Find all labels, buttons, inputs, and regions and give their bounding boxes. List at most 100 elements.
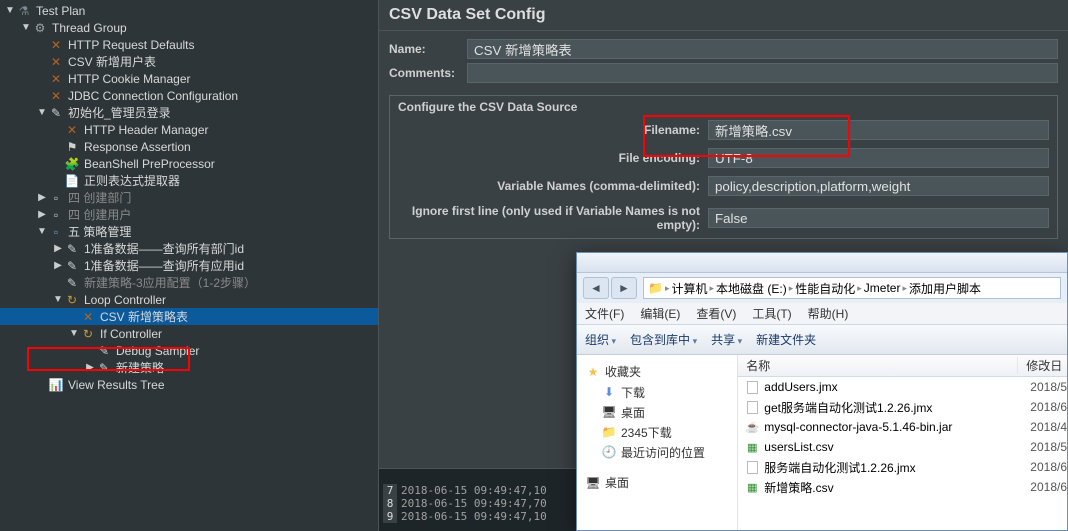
- sidebar-desktop2[interactable]: 🖥桌面: [581, 472, 733, 493]
- file-row[interactable]: addUsers.jmx2018/5: [738, 377, 1067, 397]
- toolbar-organize[interactable]: 组织: [585, 331, 616, 348]
- menu-tools[interactable]: 工具(T): [752, 305, 791, 322]
- tree-item[interactable]: ✕HTTP Cookie Manager: [0, 70, 378, 87]
- expand-icon[interactable]: ▶: [36, 209, 48, 220]
- file-icon: [744, 379, 760, 395]
- file-row[interactable]: ▦新增策略.csv2018/6: [738, 477, 1067, 497]
- collapse-icon[interactable]: ▼: [20, 22, 32, 33]
- tree-label: Debug Sampler: [116, 344, 199, 358]
- varnames-input[interactable]: [708, 176, 1049, 196]
- menu-help[interactable]: 帮助(H): [808, 305, 849, 322]
- tree-item[interactable]: ✕CSV 新增用户表: [0, 53, 378, 70]
- tree-label: 四 创建用户: [68, 206, 131, 223]
- breadcrumb[interactable]: 📁 ▸计算机 ▸本地磁盘 (E:) ▸性能自动化 ▸Jmeter ▸添加用户脚本: [643, 277, 1061, 299]
- explorer-sidebar: ★收藏夹 ⬇下载 🖥桌面 📁2345下载 🕘最近访问的位置 🖥桌面: [577, 355, 738, 530]
- tree-item[interactable]: ▶▫四 创建用户: [0, 206, 378, 223]
- file-row[interactable]: ☕mysql-connector-java-5.1.46-bin.jar2018…: [738, 417, 1067, 437]
- sidebar-recent[interactable]: 🕘最近访问的位置: [581, 442, 733, 462]
- wrench-icon: ✕: [48, 37, 64, 53]
- tree-label: 新建策略-3应用配置（1-2步骤）: [84, 274, 256, 291]
- tree-label: 新建策略: [116, 359, 164, 376]
- menu-edit[interactable]: 编辑(E): [640, 305, 680, 322]
- tree-item[interactable]: ▶✎新建策略: [0, 359, 378, 376]
- sidebar-favorites[interactable]: ★收藏夹: [581, 361, 733, 382]
- if-icon: ↻: [80, 326, 96, 342]
- tree-item[interactable]: ▼▫五 策略管理: [0, 223, 378, 240]
- tree-item-if-controller[interactable]: ▼↻ If Controller: [0, 325, 378, 342]
- collapse-icon[interactable]: ▼: [36, 107, 48, 118]
- sampler-icon: ✎: [64, 241, 80, 257]
- tree-item[interactable]: ✕ HTTP Request Defaults: [0, 36, 378, 53]
- crumb-item[interactable]: 本地磁盘 (E:): [716, 280, 787, 297]
- tree-item[interactable]: 📄正则表达式提取器: [0, 172, 378, 189]
- sampler-icon: ✎: [48, 105, 64, 121]
- comments-input[interactable]: [467, 63, 1058, 83]
- tree-label: If Controller: [100, 327, 162, 341]
- sidebar-2345[interactable]: 📁2345下载: [581, 422, 733, 442]
- crumb-item[interactable]: 性能自动化: [795, 280, 855, 297]
- explorer-menubar: 文件(F) 编辑(E) 查看(V) 工具(T) 帮助(H): [577, 303, 1067, 325]
- comments-label: Comments:: [389, 66, 467, 80]
- star-icon: ★: [585, 364, 601, 380]
- ignore-first-line-input[interactable]: [708, 208, 1049, 228]
- sampler-icon: ✎: [64, 258, 80, 274]
- collapse-icon[interactable]: ▼: [36, 226, 48, 237]
- encoding-input[interactable]: [708, 148, 1049, 168]
- tree-item-csv-config-selected[interactable]: ✕CSV 新增策略表: [0, 308, 378, 325]
- tree-item[interactable]: ✕JDBC Connection Configuration: [0, 87, 378, 104]
- expand-icon[interactable]: ▶: [52, 260, 64, 271]
- crumb-item[interactable]: Jmeter: [864, 281, 901, 295]
- desktop-icon: 🖥: [601, 404, 617, 420]
- collapse-icon[interactable]: ▼: [68, 328, 80, 339]
- crumb-item[interactable]: 添加用户脚本: [909, 280, 981, 297]
- toolbar-share[interactable]: 共享: [711, 331, 742, 348]
- filename-input[interactable]: [708, 120, 1049, 140]
- csv-icon: ▦: [744, 439, 760, 455]
- tree-item[interactable]: 🧩BeanShell PreProcessor: [0, 155, 378, 172]
- tree-item-thread-group[interactable]: ▼⚙Thread Group: [0, 19, 378, 36]
- menu-file[interactable]: 文件(F): [585, 305, 624, 322]
- tree-item[interactable]: ✎Debug Sampler: [0, 342, 378, 359]
- tree-item[interactable]: ▶✎1准备数据——查询所有应用id: [0, 257, 378, 274]
- tree-label: HTTP Header Manager: [84, 123, 209, 137]
- sidebar-desktop[interactable]: 🖥桌面: [581, 402, 733, 422]
- explorer-titlebar[interactable]: [577, 253, 1067, 273]
- forward-button[interactable]: ►: [611, 277, 637, 299]
- tree-item[interactable]: ✎新建策略-3应用配置（1-2步骤）: [0, 274, 378, 291]
- collapse-icon[interactable]: ▼: [52, 294, 64, 305]
- file-row[interactable]: ▦usersList.csv2018/5: [738, 437, 1067, 457]
- panel-title: CSV Data Set Config: [379, 0, 1068, 31]
- tree-item-results-tree[interactable]: 📊View Results Tree: [0, 376, 378, 393]
- tree-item-test-plan[interactable]: ▼⚗Test Plan: [0, 2, 378, 19]
- toolbar-newfolder[interactable]: 新建文件夹: [756, 331, 816, 348]
- column-name[interactable]: 名称: [738, 357, 1018, 374]
- tree-label: 正则表达式提取器: [84, 172, 180, 189]
- column-date[interactable]: 修改日: [1018, 357, 1067, 374]
- collapse-icon[interactable]: ▼: [4, 5, 16, 16]
- tree-label: 四 创建部门: [68, 189, 131, 206]
- toolbar-include[interactable]: 包含到库中: [630, 331, 697, 348]
- expand-icon[interactable]: ▶: [36, 192, 48, 203]
- tree-item[interactable]: ✕HTTP Header Manager: [0, 121, 378, 138]
- tree-item[interactable]: ▶✎1准备数据——查询所有部门id: [0, 240, 378, 257]
- tree-item-loop-controller[interactable]: ▼↻Loop Controller: [0, 291, 378, 308]
- expand-icon[interactable]: ▶: [52, 243, 64, 254]
- back-button[interactable]: ◄: [583, 277, 609, 299]
- tree-item[interactable]: ▶▫四 创建部门: [0, 189, 378, 206]
- file-row[interactable]: get服务端自动化测试1.2.26.jmx2018/6: [738, 397, 1067, 417]
- tree-label: HTTP Request Defaults: [68, 38, 195, 52]
- preprocessor-icon: 🧩: [64, 156, 80, 172]
- file-explorer-window[interactable]: ◄ ► 📁 ▸计算机 ▸本地磁盘 (E:) ▸性能自动化 ▸Jmeter ▸添加…: [576, 252, 1068, 531]
- name-input[interactable]: [467, 39, 1058, 59]
- tree-label: Thread Group: [52, 21, 127, 35]
- crumb-item[interactable]: 计算机: [671, 280, 707, 297]
- folder-icon: 📁: [601, 424, 617, 440]
- beaker-icon: ⚗: [16, 3, 32, 19]
- tree-item[interactable]: ⚑Response Assertion: [0, 138, 378, 155]
- menu-view[interactable]: 查看(V): [696, 305, 736, 322]
- fileailles-row[interactable]: 服务端自动化测试1.2.26.jmx2018/6: [738, 457, 1067, 477]
- sidebar-downloads[interactable]: ⬇下载: [581, 382, 733, 402]
- expand-icon[interactable]: ▶: [84, 362, 96, 373]
- tree-item[interactable]: ▼✎初始化_管理员登录: [0, 104, 378, 121]
- name-label: Name:: [389, 42, 467, 56]
